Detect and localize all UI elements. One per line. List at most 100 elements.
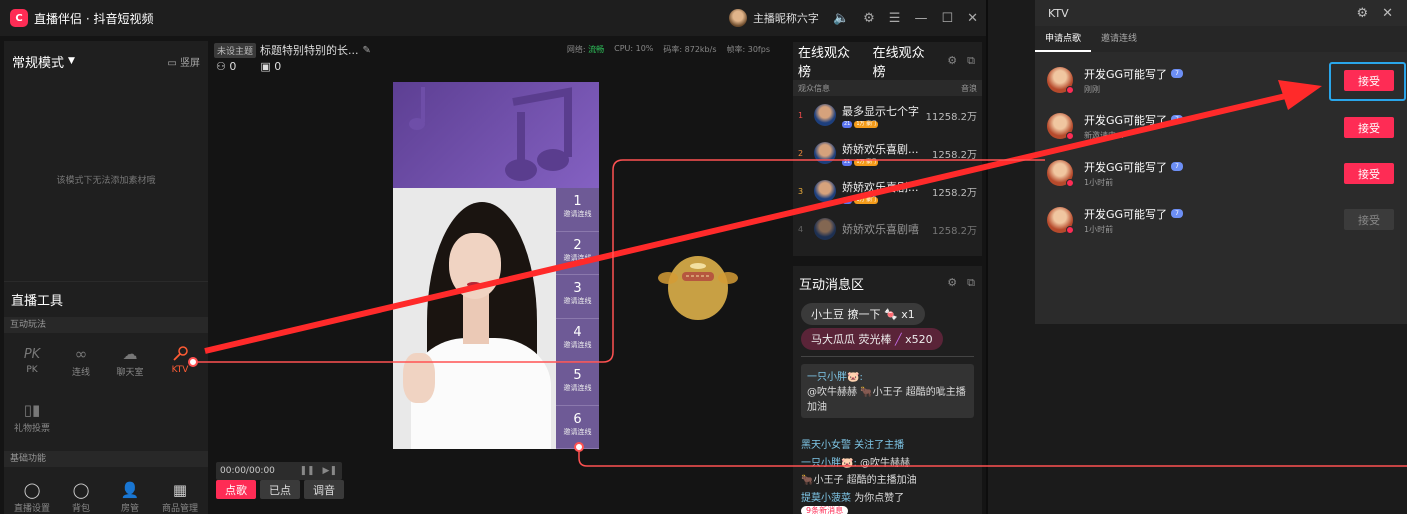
tool-products[interactable]: ▦ 商品管理 xyxy=(155,479,205,514)
title-bar: C 直播伴侣 · 抖音短视频 主播昵称六字 🔈 ⚙ ☰ — ☐ ✕ xyxy=(0,0,988,36)
audience-row[interactable]: 4 娇娇欢乐喜剧嘻 1258.2万 xyxy=(793,210,982,248)
app-name: 直播伴侣 · 抖音短视频 xyxy=(34,11,154,26)
app-logo: C xyxy=(10,9,28,27)
close-icon[interactable]: ✕ xyxy=(967,11,978,26)
vertical-screen-button[interactable]: ▭ 竖屏 xyxy=(167,54,200,69)
stream-title[interactable]: 标题特别特别的长... xyxy=(260,42,359,58)
tab-online-audience-2[interactable]: 在线观众榜 xyxy=(873,42,938,80)
audience-row[interactable]: 1 最多显示七个字 21 1万 豪门 11258.2万 xyxy=(793,96,982,134)
username[interactable]: 主播昵称六字 xyxy=(753,10,819,26)
tool-products-label: 商品管理 xyxy=(161,504,198,514)
tool-ktv[interactable]: KTV xyxy=(155,343,205,375)
next-icon[interactable]: ▶❚ xyxy=(323,466,337,476)
speaker-icon[interactable]: 🔈 xyxy=(833,11,849,26)
close-icon[interactable]: ✕ xyxy=(1382,6,1393,21)
interaction-panel: 互动消息区 ⚙ ⧉ 小土豆 撩一下 🍬 x1 马大瓜瓜 荧光棒 ╱ x520 一… xyxy=(793,266,982,514)
message-line: 🐂小王子 超酷的主播加油 xyxy=(801,475,917,486)
guest-slots: 1 邀请连线 2 邀请连线 3 邀请连线 4 邀请连线 5 邀请连线 6 邀请连线 xyxy=(556,188,599,449)
highlighted-message[interactable]: 一只小胖🐷: @吹牛赫赫 🐂小王子 超酷的呲主播加油 xyxy=(801,364,974,418)
avatar xyxy=(814,142,836,164)
tool-gift-vote[interactable]: ▯▮ 礼物投票 xyxy=(7,399,57,434)
guest-slot[interactable]: 2 邀请连线 xyxy=(556,232,599,275)
pause-icon[interactable]: ❚❚ xyxy=(299,466,314,476)
avatar xyxy=(814,104,836,126)
mode-selector[interactable]: 常规模式 xyxy=(12,52,64,71)
microphone-icon xyxy=(155,343,205,365)
tab-song-requests[interactable]: 申请点歌 xyxy=(1035,26,1092,52)
interaction-title: 互动消息区 xyxy=(799,277,865,293)
minimize-icon[interactable]: — xyxy=(914,11,927,26)
stream-stats: 网络: 流畅 CPU: 10% 码率: 872kb/s 帧率: 30fps xyxy=(566,44,770,54)
user-avatar[interactable] xyxy=(728,9,747,27)
maximize-icon[interactable]: ☐ xyxy=(941,11,953,26)
gift-count: ▣ 0 xyxy=(260,60,282,73)
live-companion-window: C 直播伴侣 · 抖音短视频 主播昵称六字 🔈 ⚙ ☰ — ☐ ✕ 常规模式 ▼… xyxy=(0,0,988,514)
message-line: 提莫小菠菜 为你点赞了 xyxy=(801,493,905,504)
tab-online-audience[interactable]: 在线观众榜 xyxy=(798,42,863,80)
guest-slot[interactable]: 1 邀请连线 xyxy=(556,188,599,232)
request-song-button[interactable]: 点歌 xyxy=(216,480,256,499)
popout-icon[interactable]: ⧉ xyxy=(967,54,975,68)
person-icon: ⚇ xyxy=(216,60,226,73)
settings-icon[interactable]: ⚙ xyxy=(947,54,957,68)
tool-chatroom-label: 聊天室 xyxy=(116,368,144,378)
message-line: 一只小胖🐷: @吹牛赫赫 xyxy=(801,458,911,469)
menu-icon[interactable]: ☰ xyxy=(889,11,901,26)
bar-chart-icon: ▯▮ xyxy=(23,401,41,419)
audience-row[interactable]: 3 娇娇欢乐喜剧... 21 1万 豪门 1258.2万 xyxy=(793,172,982,210)
guest-slot[interactable]: 4 邀请连线 xyxy=(556,319,599,362)
chevron-down-icon[interactable]: ▼ xyxy=(68,56,75,66)
settings-icon[interactable]: ⚙ xyxy=(947,276,957,290)
tool-pk[interactable]: PK PK xyxy=(7,343,57,376)
audience-row[interactable]: 2 娇娇欢乐喜剧... 21 1万 豪门 1258.2万 xyxy=(793,134,982,172)
tool-connect-label: 连线 xyxy=(71,368,90,378)
gift-icon: ▣ xyxy=(260,60,271,73)
tool-gift-vote-label: 礼物投票 xyxy=(13,424,50,434)
guest-slot[interactable]: 3 邀请连线 xyxy=(556,275,599,319)
tool-live-settings[interactable]: ◯ 直播设置 xyxy=(7,479,57,514)
gift-pill: 小土豆 撩一下 🍬 x1 xyxy=(801,303,925,325)
host-photo xyxy=(393,188,556,449)
accept-button[interactable]: 接受 xyxy=(1344,117,1394,138)
requested-button[interactable]: 已点 xyxy=(260,480,300,499)
chatroom-icon: ☁ xyxy=(122,345,138,363)
guest-slot[interactable]: 5 邀请连线 xyxy=(556,362,599,406)
highlight-box xyxy=(1329,62,1406,101)
new-messages-badge[interactable]: 9条新消息 xyxy=(801,506,849,514)
preview-area: 未设主题 标题特别特别的长... ✎ 网络: 流畅 CPU: 10% 码率: 8… xyxy=(212,41,782,514)
ktv-title: KTV xyxy=(1048,6,1069,20)
col-value: 音浪 xyxy=(961,83,977,93)
live-preview[interactable]: 1 邀请连线 2 邀请连线 3 邀请连线 4 邀请连线 5 邀请连线 6 邀请连线 xyxy=(393,82,599,449)
accept-button[interactable]: 接受 xyxy=(1344,163,1394,184)
tune-button[interactable]: 调音 xyxy=(304,480,344,499)
message-line: 黑天小女警 关注了主播 xyxy=(801,440,905,451)
avatar xyxy=(814,180,836,202)
tool-connect[interactable]: ∞ 连线 xyxy=(56,343,106,378)
settings-icon[interactable]: ⚙ xyxy=(1356,6,1368,21)
gift-icon: 🍬 xyxy=(884,307,898,321)
gear-icon[interactable]: ⚙ xyxy=(863,11,875,26)
tool-backpack-label: 背包 xyxy=(71,504,90,514)
guest-slot[interactable]: 6 邀请连线 xyxy=(556,406,599,449)
popout-icon[interactable]: ⧉ xyxy=(967,276,975,290)
empty-hint: 该模式下无法添加素材哦 xyxy=(56,176,156,186)
glowstick-icon: ╱ xyxy=(895,332,902,346)
link-icon: ∞ xyxy=(74,345,88,363)
tools-title: 直播工具 xyxy=(4,281,208,317)
avatar xyxy=(814,218,836,240)
screen-icon: ▭ xyxy=(167,57,177,69)
circle-icon: ◯ xyxy=(23,481,41,499)
tab-invite-connect[interactable]: 邀请连线 xyxy=(1091,26,1147,52)
music-player: 00:00/00:00 ❚❚ ▶❚ xyxy=(216,462,342,480)
avatar xyxy=(1047,207,1074,234)
tool-backpack[interactable]: ◯ 背包 xyxy=(56,479,106,514)
viewer-count: ⚇ 0 xyxy=(216,60,237,73)
edit-icon[interactable]: ✎ xyxy=(363,45,371,56)
tool-chatroom[interactable]: ☁ 聊天室 xyxy=(105,343,155,378)
avatar xyxy=(1047,113,1074,140)
tool-room-admin[interactable]: 👤 房管 xyxy=(105,479,155,514)
avatar xyxy=(1047,160,1074,187)
tool-room-admin-label: 房管 xyxy=(120,504,139,514)
music-background xyxy=(393,82,599,188)
tool-pk-label: PK xyxy=(26,365,38,375)
